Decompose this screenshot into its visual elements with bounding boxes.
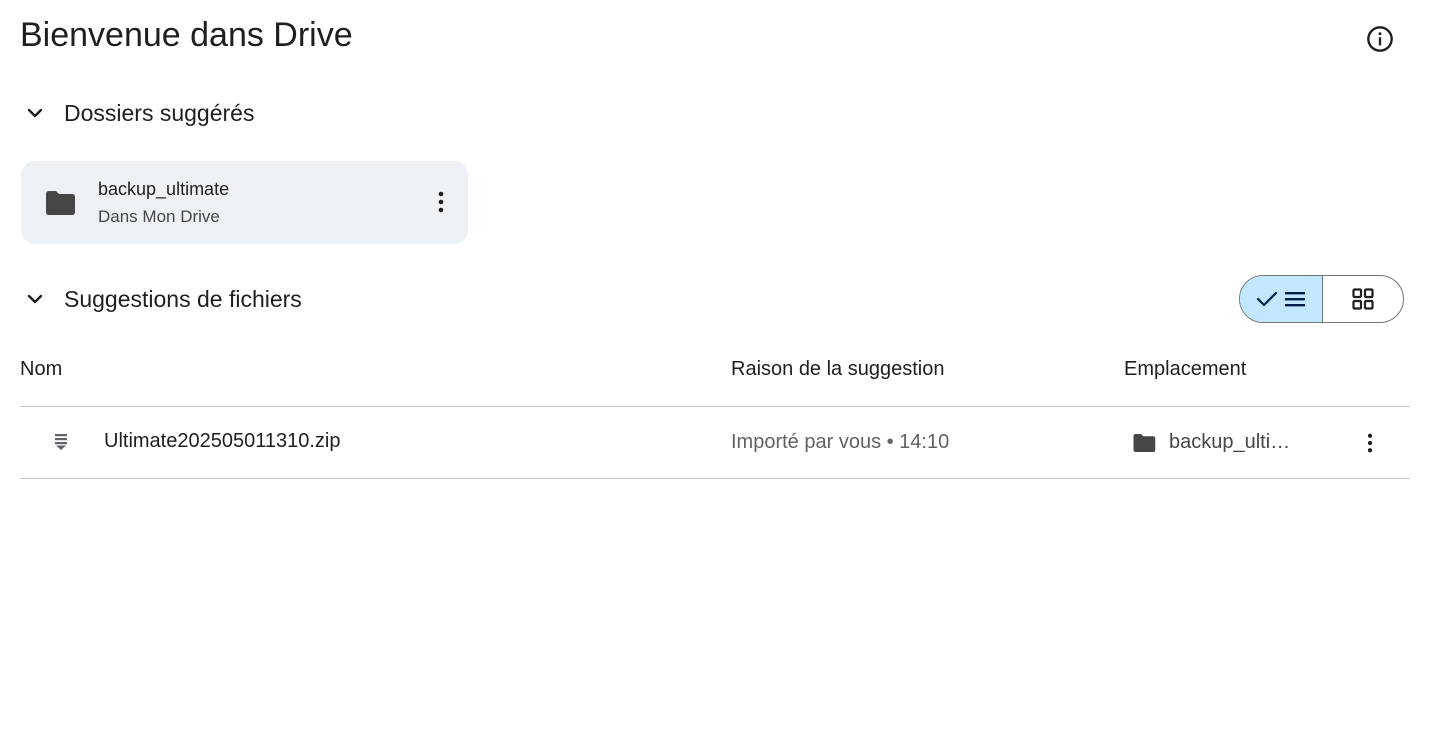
list-icon <box>1285 292 1305 307</box>
chevron-down-icon[interactable] <box>20 284 50 314</box>
folder-location: Dans Mon Drive <box>98 207 220 226</box>
info-button[interactable] <box>1364 23 1396 55</box>
folder-icon <box>1132 433 1156 458</box>
location-name[interactable]: backup_ulti… <box>1169 431 1290 454</box>
file-name: Ultimate202505011310.zip <box>104 430 341 452</box>
suggestion-reason: Importé par vous • 14:10 <box>731 431 950 453</box>
suggested-files-heading: Suggestions de fichiers <box>64 285 302 312</box>
suggested-folders-header[interactable]: Dossiers suggérés <box>0 97 254 129</box>
divider <box>20 478 1410 479</box>
page-title: Bienvenue dans Drive <box>20 16 353 54</box>
grid-icon <box>1352 288 1374 310</box>
folder-name: backup_ultimate <box>98 179 230 199</box>
table-row[interactable]: Ultimate202505011310.zip Importé par vou… <box>20 407 1410 478</box>
column-header-location[interactable]: Emplacement <box>1124 358 1246 381</box>
folder-icon <box>44 190 76 221</box>
list-view-button[interactable] <box>1240 276 1323 322</box>
check-icon <box>1256 291 1278 307</box>
more-vertical-icon[interactable] <box>1355 428 1385 458</box>
column-header-name[interactable]: Nom <box>20 358 62 381</box>
chevron-down-icon[interactable] <box>20 98 50 128</box>
folder-card[interactable]: backup_ultimate Dans Mon Drive <box>21 161 468 244</box>
column-header-reason[interactable]: Raison de la suggestion <box>731 358 944 381</box>
zip-file-icon <box>54 433 68 456</box>
info-circle-icon <box>1367 26 1393 52</box>
suggested-folders-heading: Dossiers suggérés <box>64 99 255 126</box>
suggested-files-header[interactable]: Suggestions de fichiers <box>0 283 302 315</box>
more-vertical-icon[interactable] <box>426 187 456 217</box>
view-toggle <box>1239 275 1404 323</box>
grid-view-button[interactable] <box>1323 276 1403 322</box>
